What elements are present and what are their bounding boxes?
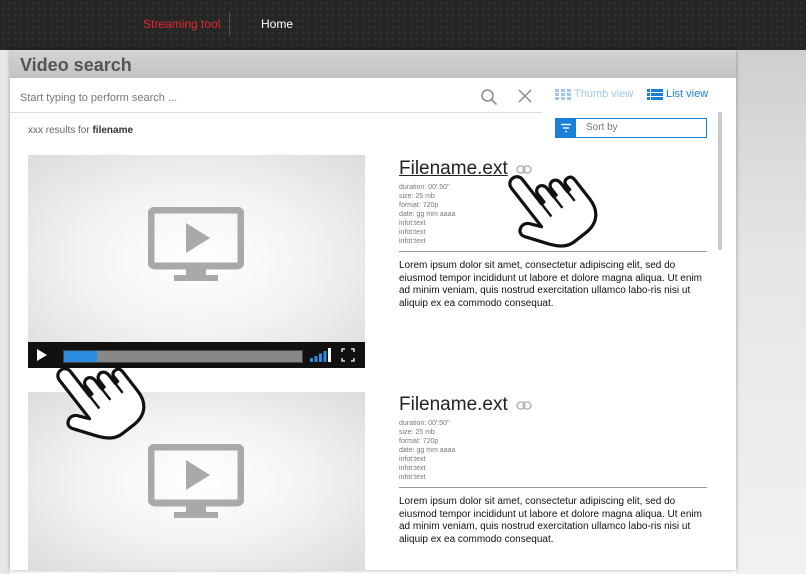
- results-query: filename: [92, 125, 134, 136]
- left-background: [0, 50, 10, 574]
- sort-label: Sort by: [586, 122, 618, 133]
- meta-info: infot:text: [399, 474, 426, 481]
- page-title: Video search: [20, 55, 132, 75]
- nav-divider: [229, 12, 230, 36]
- file-metadata: duration: 00':50'' size: 25 mb format: 7…: [399, 419, 709, 482]
- thumb-view-button[interactable]: Thumb view: [555, 88, 633, 100]
- meta-duration: duration: 00':50'': [399, 420, 450, 427]
- meta-size: size: 25 mb: [399, 429, 435, 436]
- video-monitor-icon: [148, 207, 244, 281]
- thumb-view-label: Thumb view: [574, 88, 634, 100]
- search-icon[interactable]: [480, 88, 498, 106]
- scrollbar[interactable]: [718, 112, 722, 250]
- meta-format: format: 720p: [399, 438, 439, 445]
- title-bar: Video search: [10, 50, 736, 78]
- fullscreen-icon[interactable]: [341, 348, 355, 362]
- hand-pointer-icon: [508, 175, 598, 248]
- meta-date: date: gg mm aaaa: [399, 447, 456, 454]
- search-input[interactable]: [18, 88, 462, 108]
- description: Lorem ipsum dolor sit amet, consectetur …: [399, 496, 702, 545]
- search-bar: [10, 82, 542, 113]
- video-monitor-icon: [148, 444, 244, 518]
- meta-info: infot:text: [399, 465, 426, 472]
- top-nav-bar: Streaming tool Home: [0, 0, 806, 50]
- volume-icon[interactable]: [310, 348, 332, 362]
- hand-pointer-icon: [56, 367, 146, 440]
- divider: [399, 487, 707, 488]
- list-view-label: List view: [666, 88, 709, 100]
- video-player-1[interactable]: [28, 155, 365, 365]
- filename-link[interactable]: Filename.ext: [399, 394, 508, 416]
- brand-link[interactable]: Streaming tool: [143, 17, 220, 31]
- sort-dropdown[interactable]: Sort by: [555, 118, 707, 138]
- right-background: [736, 50, 806, 574]
- video-search-panel: Video search Thumb view List view xxx re…: [10, 50, 736, 570]
- results-count: xxx results for filename: [28, 125, 133, 136]
- grid-icon: [555, 88, 571, 100]
- meta-info: infot:text: [399, 456, 426, 463]
- sort-icon-box: [556, 119, 576, 137]
- list-view-button[interactable]: List view: [647, 88, 708, 100]
- filter-icon: [561, 123, 571, 133]
- link-icon[interactable]: [516, 400, 532, 410]
- video-info-2: Filename.ext duration: 00':50'' size: 25…: [399, 394, 709, 546]
- nav-home-link[interactable]: Home: [261, 17, 293, 31]
- description: Lorem ipsum dolor sit amet, consectetur …: [399, 260, 702, 309]
- results-prefix: xxx results for: [28, 125, 93, 136]
- close-icon[interactable]: [517, 88, 533, 104]
- list-icon: [647, 88, 663, 100]
